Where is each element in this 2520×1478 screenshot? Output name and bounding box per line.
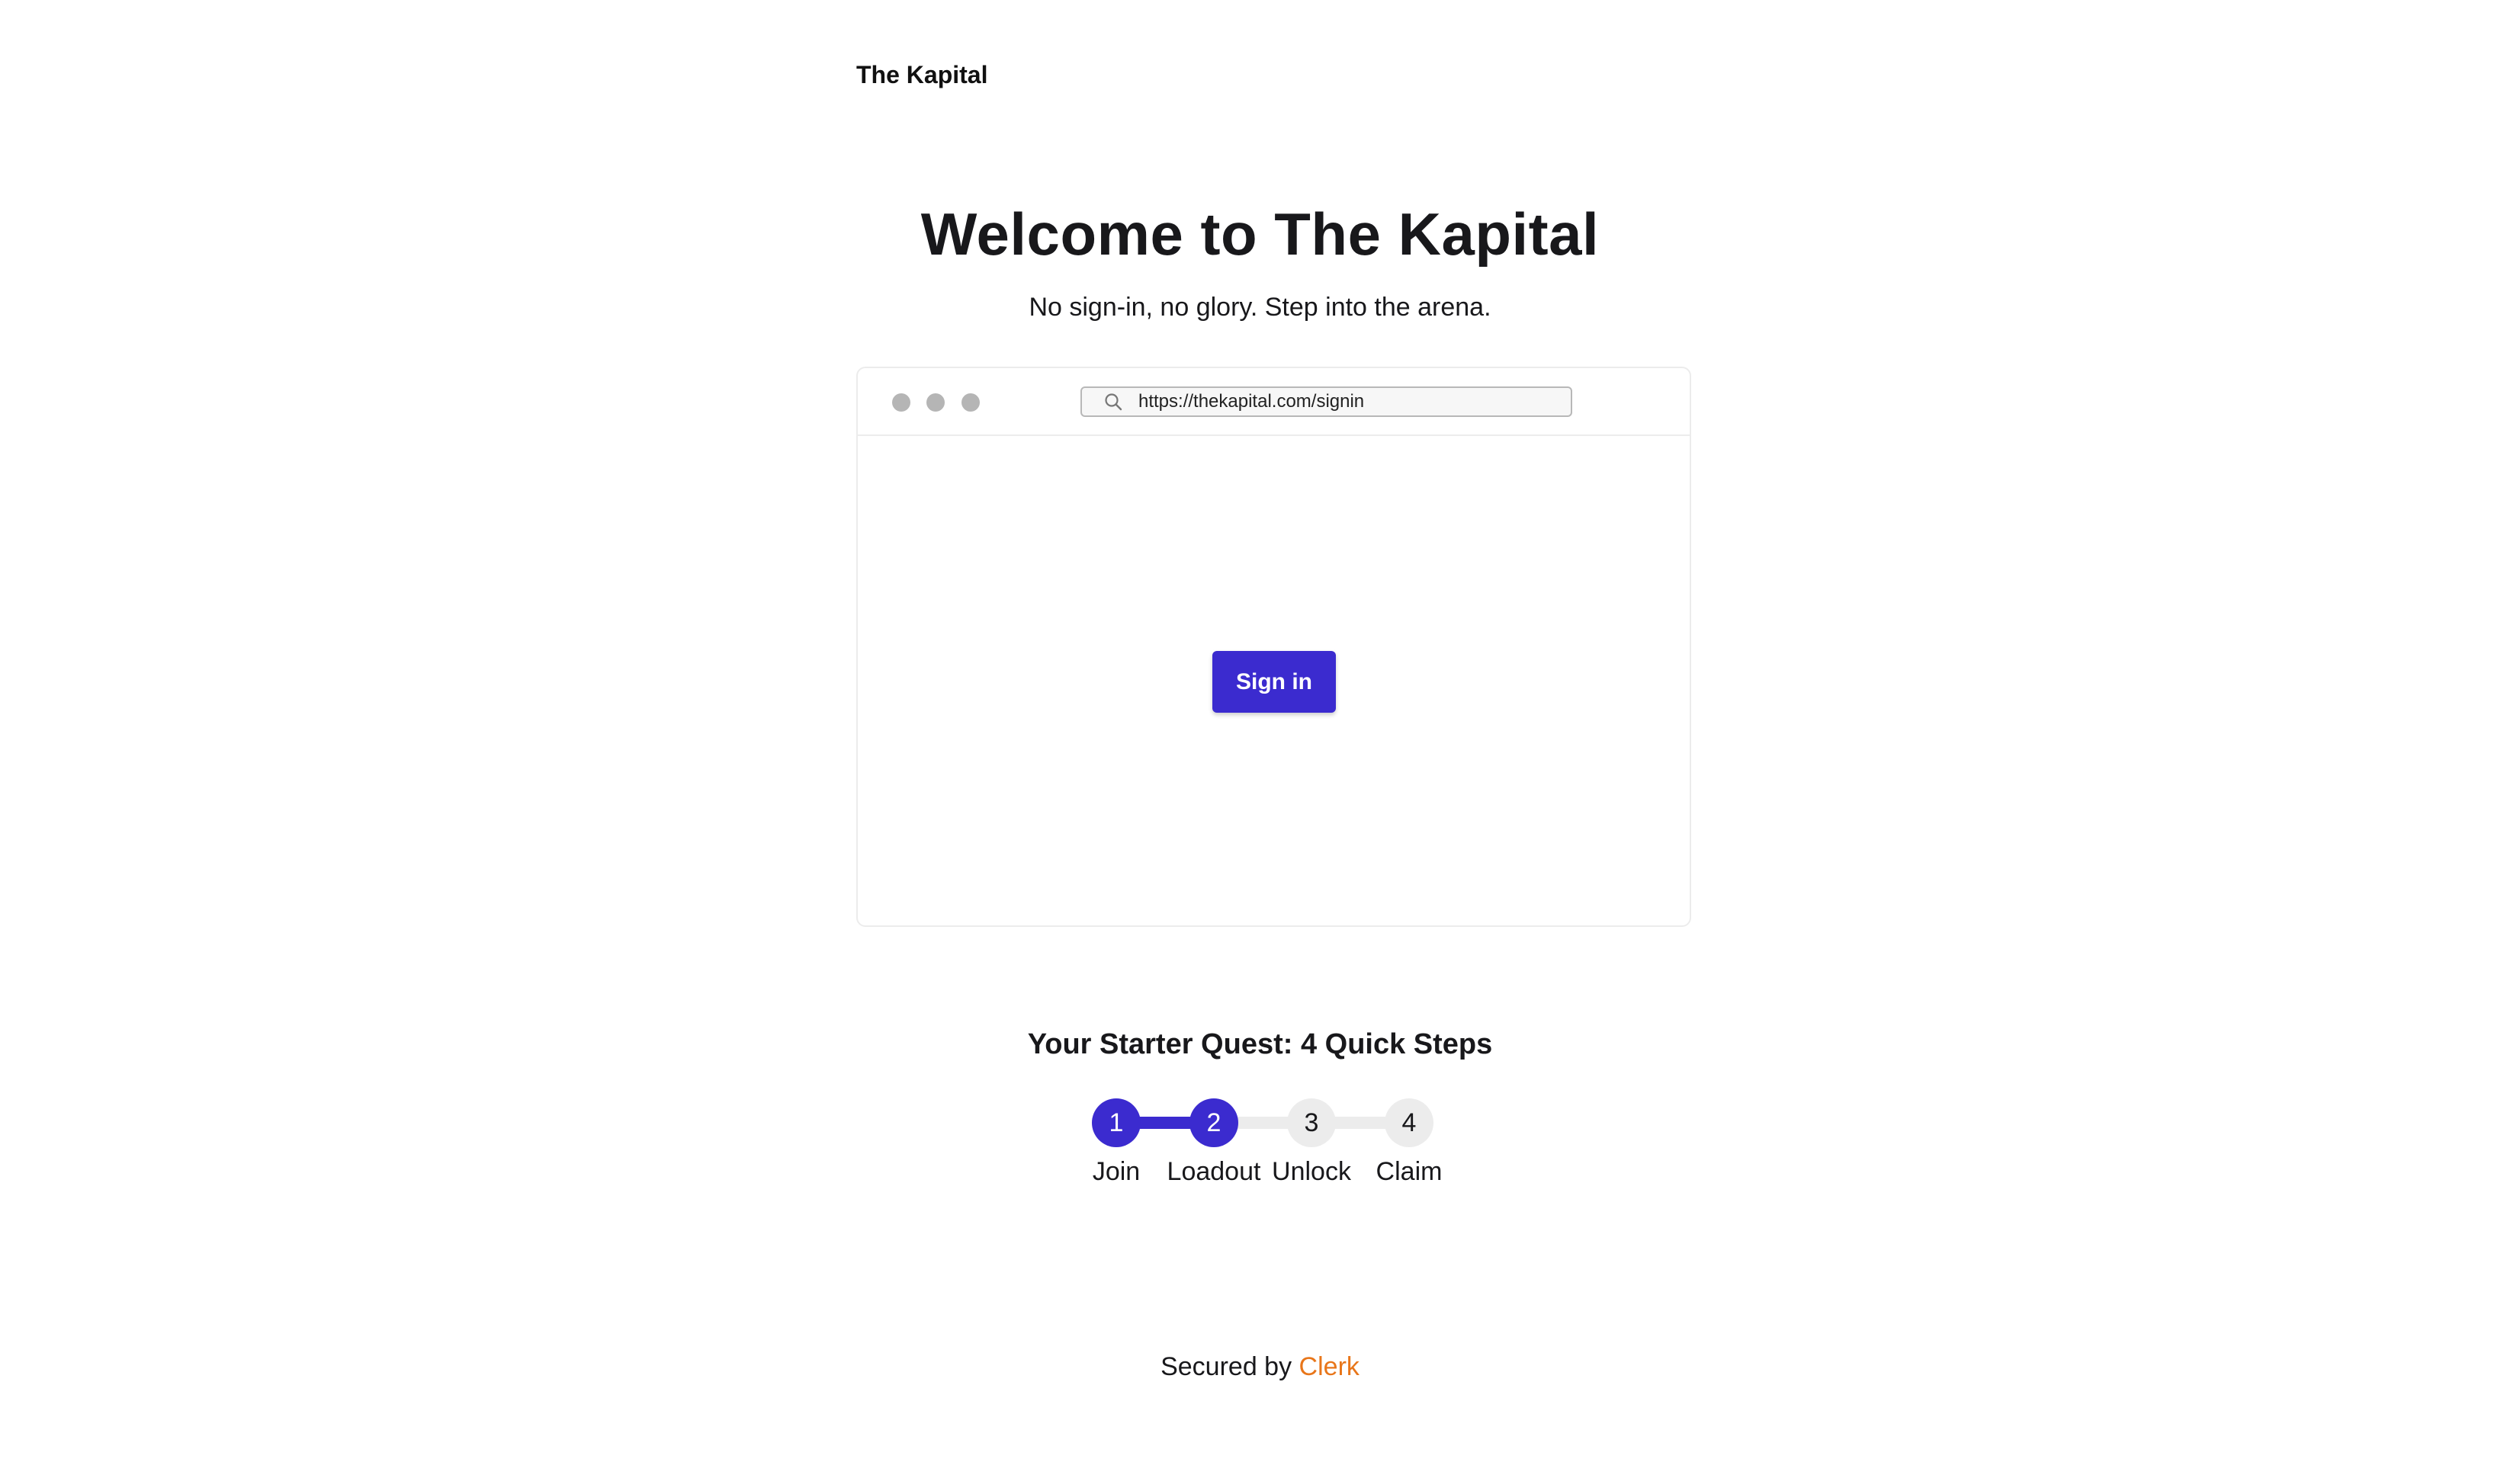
sign-in-button[interactable]: Sign in <box>1212 651 1336 713</box>
window-dot-icon <box>892 393 910 412</box>
step-4-circle[interactable]: 4 <box>1385 1098 1433 1147</box>
step-3-circle[interactable]: 3 <box>1287 1098 1336 1147</box>
step-4-label: Claim <box>1376 1157 1443 1186</box>
brand-logo[interactable]: The Kapital <box>856 61 987 89</box>
footer-prefix: Secured by <box>1160 1352 1292 1381</box>
step-2-label: Loadout <box>1167 1157 1261 1186</box>
clerk-link[interactable]: Clerk <box>1299 1352 1360 1381</box>
step-1-label: Join <box>1092 1157 1141 1186</box>
address-bar[interactable]: https://thekapital.com/signin <box>1080 386 1572 417</box>
browser-mockup: https://thekapital.com/signin <box>856 367 1691 927</box>
security-footer: Secured by Clerk <box>0 1352 2520 1382</box>
step-1-circle[interactable]: 1 <box>1092 1098 1141 1147</box>
page-subtitle: No sign-in, no glory. Step into the aren… <box>1029 293 1491 322</box>
browser-toolbar: https://thekapital.com/signin <box>858 368 1690 436</box>
quest-title: Your Starter Quest: 4 Quick Steps <box>1027 1028 1493 1060</box>
step-3-label: Unlock <box>1272 1157 1351 1186</box>
step-2-circle[interactable]: 2 <box>1189 1098 1238 1147</box>
search-icon <box>1105 393 1122 411</box>
window-dot-icon <box>926 393 945 412</box>
address-url: https://thekapital.com/signin <box>1138 391 1365 412</box>
page-title: Welcome to The Kapital <box>920 200 1600 268</box>
window-dot-icon <box>961 393 980 412</box>
